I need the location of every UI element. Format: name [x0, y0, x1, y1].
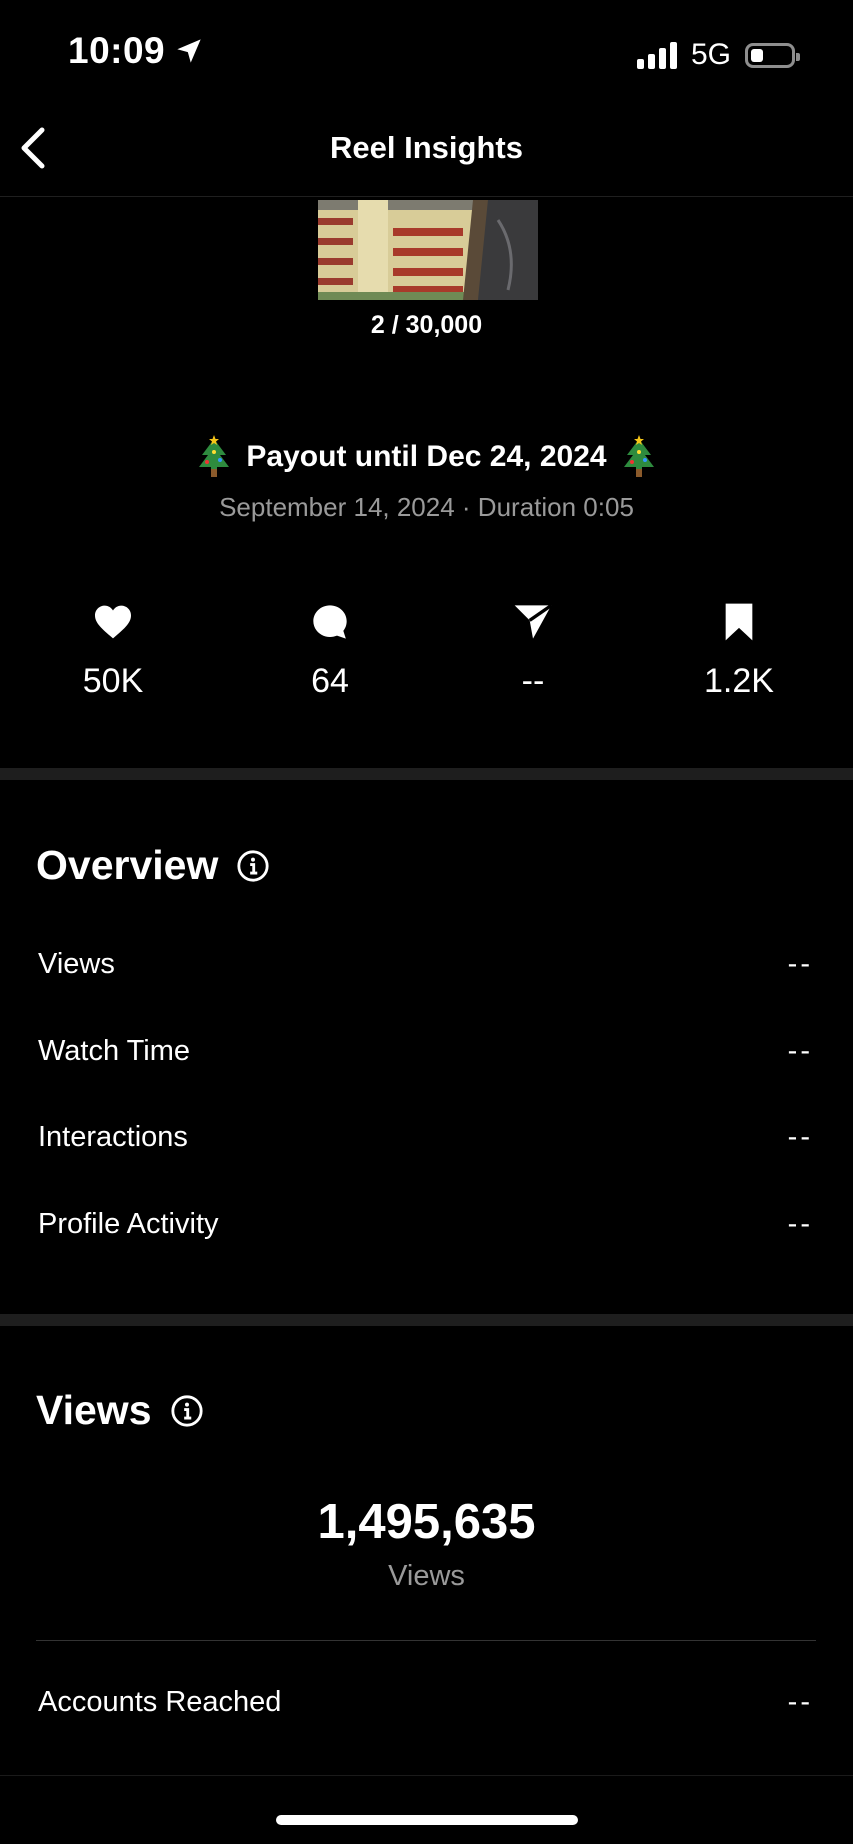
shares-count: -- — [521, 662, 545, 700]
row-value: -- — [787, 1121, 813, 1153]
row-label: Interactions — [38, 1121, 188, 1153]
home-indicator[interactable] — [276, 1815, 578, 1825]
payout-text: Payout until Dec 24, 2024 — [246, 440, 607, 473]
paper-plane-icon — [514, 603, 553, 639]
status-indicators: 5G — [636, 38, 800, 72]
row-value: -- — [787, 1208, 813, 1240]
header-divider — [0, 196, 853, 197]
row-value: -- — [787, 1035, 813, 1067]
section-separator — [0, 768, 853, 780]
overview-row-watch-time[interactable]: Watch Time -- — [38, 1035, 813, 1068]
bookmark-icon — [725, 603, 753, 641]
overview-heading: Overview — [36, 842, 270, 889]
views-total: 1,495,635 — [317, 1495, 536, 1549]
comments-count: 64 — [311, 662, 349, 700]
overview-row-profile-activity[interactable]: Profile Activity -- — [38, 1208, 813, 1241]
overview-row-interactions[interactable]: Interactions -- — [38, 1121, 813, 1154]
signal-icon — [636, 41, 677, 69]
saves-count: 1.2K — [704, 662, 774, 700]
payout-line: Payout until Dec 24, 2024 — [0, 435, 853, 479]
reel-counter: 2 / 30,000 — [370, 311, 483, 339]
heart-icon — [95, 605, 131, 639]
views-row-accounts-reached[interactable]: Accounts Reached -- — [38, 1686, 813, 1719]
battery-icon — [745, 42, 800, 68]
views-heading: Views — [36, 1387, 204, 1434]
shares-stat: -- — [453, 602, 613, 701]
overview-row-views[interactable]: Views -- — [38, 948, 813, 981]
christmas-tree-icon — [623, 435, 654, 477]
info-icon[interactable] — [236, 849, 270, 883]
reel-date-duration: September 14, 2024 · Duration 0:05 — [219, 492, 634, 522]
page-title: Reel Insights — [330, 130, 523, 165]
views-total-label: Views — [388, 1560, 465, 1592]
row-label: Profile Activity — [38, 1208, 219, 1240]
christmas-tree-icon — [199, 435, 230, 477]
row-label: Watch Time — [38, 1035, 191, 1067]
reel-thumbnail[interactable] — [318, 200, 538, 300]
comment-bubble-icon — [313, 605, 347, 639]
network-type: 5G — [690, 38, 731, 71]
info-icon[interactable] — [170, 1394, 204, 1428]
section-separator — [0, 1314, 853, 1326]
row-value: -- — [787, 1686, 813, 1718]
location-arrow-icon — [177, 39, 201, 63]
comments-stat: 64 — [250, 602, 410, 701]
row-label: Views — [38, 948, 115, 980]
saves-stat: 1.2K — [659, 602, 819, 701]
likes-count: 50K — [82, 662, 144, 700]
row-label: Accounts Reached — [38, 1686, 282, 1718]
divider — [0, 1775, 853, 1776]
divider — [36, 1640, 816, 1641]
likes-stat: 50K — [33, 602, 193, 701]
status-time: 10:09 — [68, 30, 203, 72]
row-value: -- — [787, 948, 813, 980]
